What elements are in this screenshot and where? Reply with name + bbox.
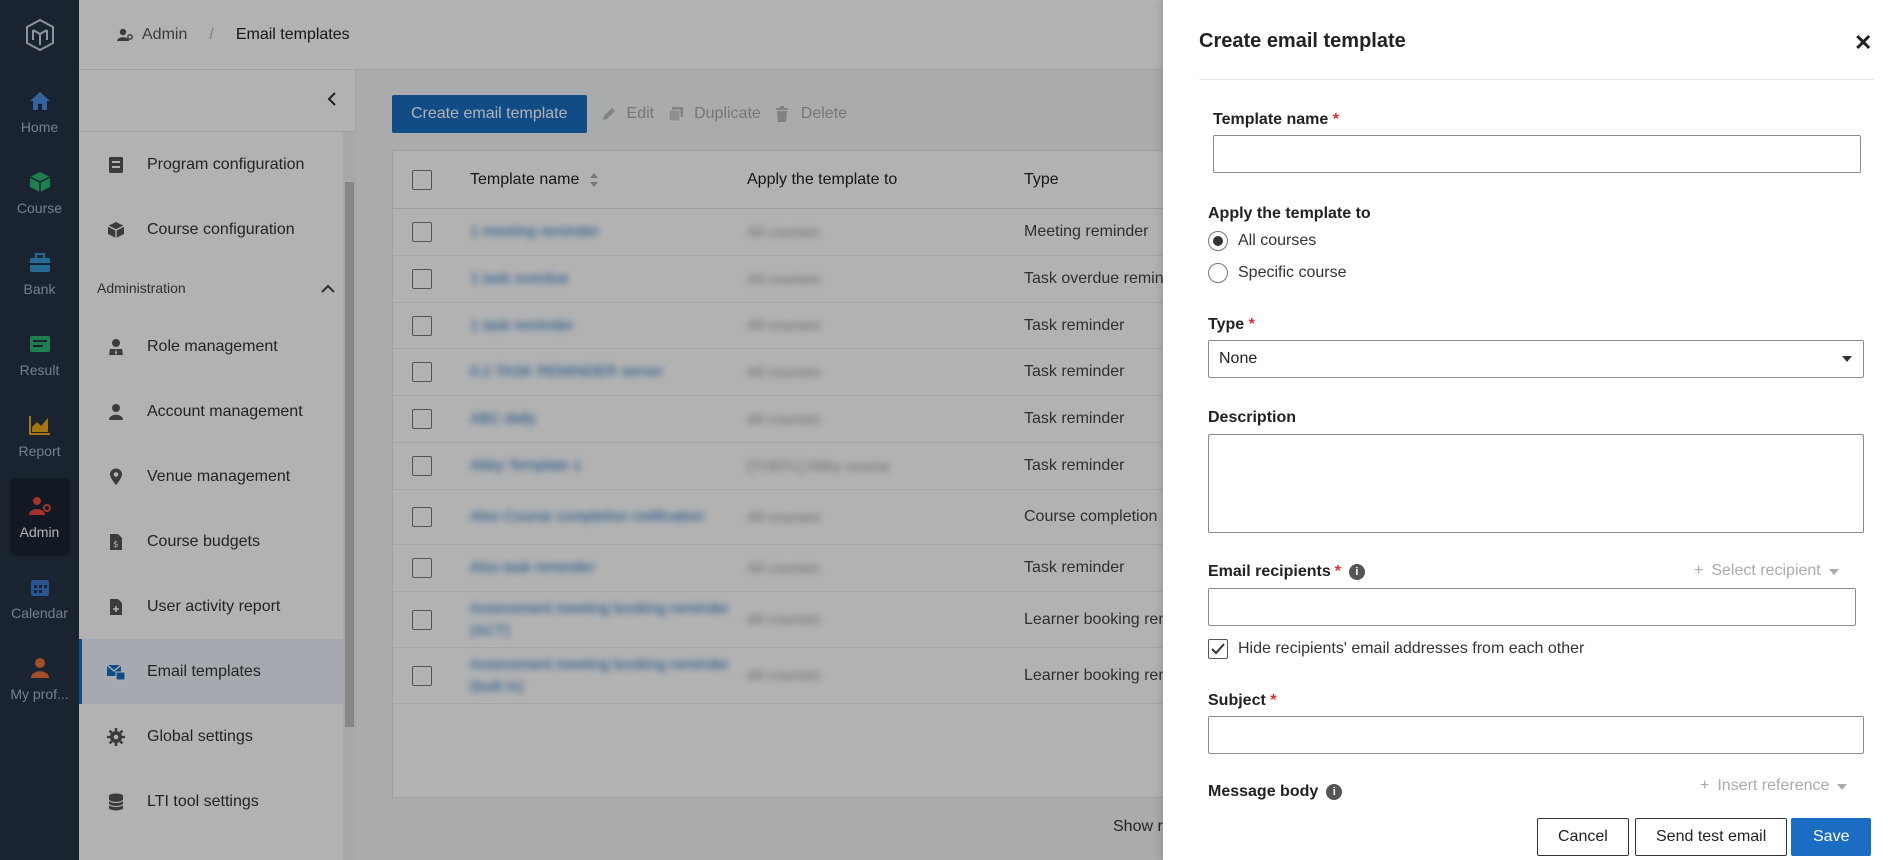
description-label: Description bbox=[1208, 409, 1297, 426]
radio-specific-course-label: Specific course bbox=[1238, 264, 1347, 281]
panel-title: Create email template bbox=[1199, 30, 1406, 52]
caret-down-icon bbox=[1841, 350, 1853, 368]
insert-reference-dropdown[interactable]: + Insert reference bbox=[1700, 777, 1848, 795]
info-icon[interactable]: i bbox=[1326, 784, 1343, 800]
close-icon[interactable]: ✕ bbox=[1854, 30, 1872, 56]
message-body-label-text: Message body bbox=[1208, 783, 1319, 800]
email-recipients-input[interactable] bbox=[1208, 588, 1856, 626]
radio-all-courses-label: All courses bbox=[1238, 232, 1317, 249]
required-mark: * bbox=[1270, 692, 1277, 709]
create-email-template-panel: Create email template ✕ Template name * … bbox=[1163, 0, 1888, 860]
cancel-button[interactable]: Cancel bbox=[1537, 818, 1629, 856]
subject-label: Subject * bbox=[1208, 692, 1276, 710]
checkmark-icon bbox=[1211, 643, 1225, 655]
caret-down-icon bbox=[1828, 562, 1839, 580]
subject-input[interactable] bbox=[1208, 716, 1864, 754]
save-button[interactable]: Save bbox=[1791, 818, 1872, 856]
hide-recipients-label: Hide recipients' email addresses from ea… bbox=[1238, 640, 1585, 657]
select-recipient-label: Select recipient bbox=[1711, 562, 1821, 579]
required-mark: * bbox=[1248, 316, 1255, 333]
email-recipients-label-text: Email recipients bbox=[1208, 563, 1331, 580]
plus-icon: + bbox=[1694, 562, 1704, 579]
required-mark: * bbox=[1334, 563, 1341, 580]
subject-label-text: Subject bbox=[1208, 692, 1266, 709]
radio-button-unchecked[interactable] bbox=[1208, 263, 1228, 283]
modal-backdrop[interactable] bbox=[0, 0, 1163, 860]
type-select-value: None bbox=[1219, 350, 1258, 367]
email-recipients-label: Email recipients * i bbox=[1208, 563, 1365, 581]
required-mark: * bbox=[1332, 111, 1339, 128]
radio-button-checked[interactable] bbox=[1208, 231, 1228, 251]
template-name-label-text: Template name bbox=[1213, 111, 1329, 128]
panel-divider bbox=[1199, 79, 1874, 80]
template-name-label: Template name * bbox=[1213, 111, 1339, 129]
info-icon[interactable]: i bbox=[1348, 564, 1365, 580]
insert-reference-label: Insert reference bbox=[1717, 777, 1830, 794]
template-name-input[interactable] bbox=[1213, 135, 1861, 173]
caret-down-icon bbox=[1837, 777, 1848, 795]
message-body-label: Message body i bbox=[1208, 783, 1343, 801]
type-label: Type * bbox=[1208, 316, 1255, 334]
type-select[interactable]: None bbox=[1208, 340, 1864, 378]
send-test-email-button[interactable]: Send test email bbox=[1635, 818, 1788, 856]
hide-recipients-checkbox-row[interactable]: Hide recipients' email addresses from ea… bbox=[1208, 639, 1584, 659]
hide-recipients-checkbox[interactable] bbox=[1208, 639, 1228, 659]
apply-to-label: Apply the template to bbox=[1208, 205, 1371, 222]
radio-specific-course[interactable]: Specific course bbox=[1208, 263, 1347, 283]
description-textarea[interactable] bbox=[1208, 434, 1864, 533]
type-label-text: Type bbox=[1208, 316, 1245, 333]
select-recipient-dropdown[interactable]: + Select recipient bbox=[1694, 562, 1839, 580]
radio-all-courses[interactable]: All courses bbox=[1208, 231, 1316, 251]
plus-icon: + bbox=[1700, 777, 1710, 794]
